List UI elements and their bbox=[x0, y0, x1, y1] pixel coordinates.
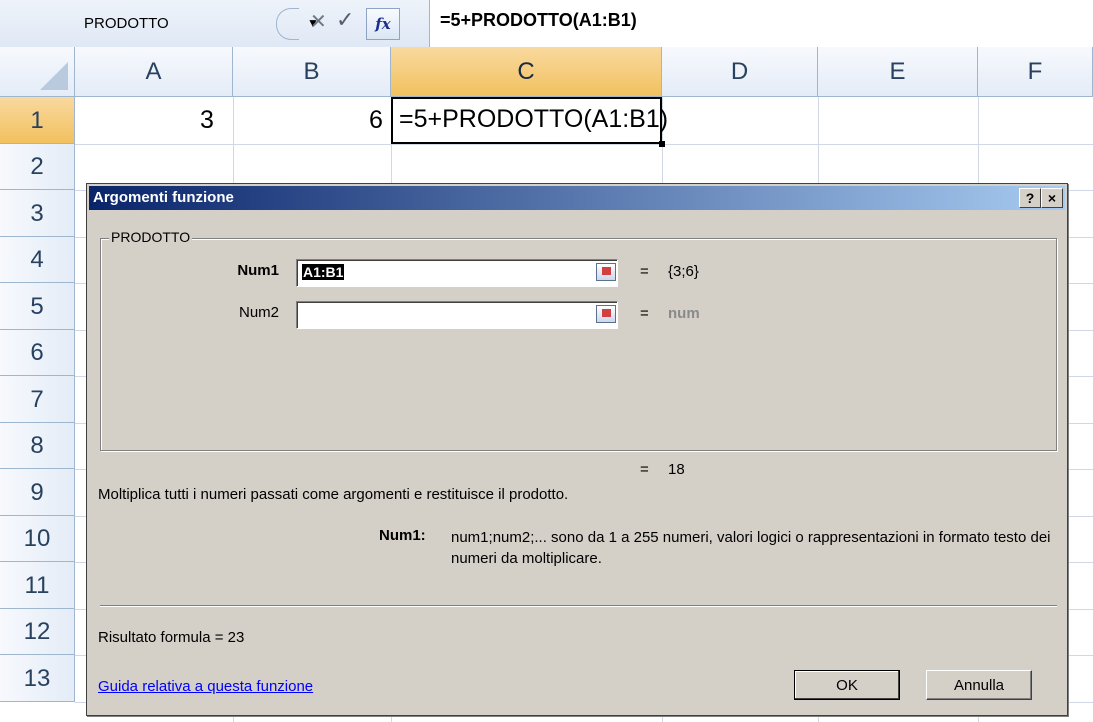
num2-equals: = bbox=[640, 305, 649, 322]
argument-help-text: num1;num2;... sono da 1 a 255 numeri, va… bbox=[451, 529, 1051, 567]
row-header-8[interactable]: 8 bbox=[0, 423, 75, 469]
row-header-1[interactable]: 1 bbox=[0, 97, 75, 144]
num1-result: {3;6} bbox=[668, 263, 699, 280]
close-button[interactable]: × bbox=[1041, 188, 1063, 208]
num1-value: A1:B1 bbox=[302, 264, 345, 281]
cell-c1[interactable]: =5+PRODOTTO(A1:B1) bbox=[391, 97, 668, 144]
num2-input[interactable] bbox=[296, 301, 618, 329]
row-header-3[interactable]: 3 bbox=[0, 190, 75, 237]
row-header-11[interactable]: 11 bbox=[0, 562, 75, 609]
gridline bbox=[75, 144, 1093, 145]
column-header-d[interactable]: D bbox=[662, 47, 818, 97]
total-result: 18 bbox=[668, 461, 685, 478]
num1-equals: = bbox=[640, 263, 649, 280]
row-header-6[interactable]: 6 bbox=[0, 330, 75, 376]
column-header-b[interactable]: B bbox=[233, 47, 391, 97]
help-link[interactable]: Guida relativa a questa funzione bbox=[98, 678, 313, 695]
row-header-12[interactable]: 12 bbox=[0, 609, 75, 655]
num2-label: Num2 bbox=[238, 304, 279, 321]
fill-handle[interactable] bbox=[659, 141, 665, 147]
name-box-text: PRODOTTO bbox=[84, 15, 169, 32]
select-all-button[interactable] bbox=[0, 47, 75, 97]
formula-result: Risultato formula = 23 bbox=[98, 629, 245, 646]
row-header-5[interactable]: 5 bbox=[0, 283, 75, 330]
formula-bar-curl bbox=[276, 8, 299, 40]
row-header-9[interactable]: 9 bbox=[0, 469, 75, 516]
help-button[interactable]: ? bbox=[1019, 188, 1041, 208]
column-header-c[interactable]: C bbox=[391, 47, 662, 97]
num1-input[interactable]: A1:B1 bbox=[296, 259, 618, 287]
num1-selected-text: A1:B1 bbox=[302, 264, 345, 280]
range-select-icon[interactable] bbox=[596, 305, 616, 323]
row-header-4[interactable]: 4 bbox=[0, 237, 75, 283]
function-name-label: PRODOTTO bbox=[109, 229, 193, 245]
num2-result: num bbox=[668, 305, 700, 322]
check-icon[interactable]: ✓ bbox=[336, 8, 354, 33]
function-icon[interactable]: fx bbox=[366, 8, 400, 40]
divider bbox=[100, 605, 1057, 607]
formula-bar: PRODOTTO ▼ ✕ ✓ fx =5+PRODOTTO(A1:B1) bbox=[0, 0, 1093, 48]
formula-text: =5+PRODOTTO(A1:B1) bbox=[440, 10, 637, 30]
num1-label: Num1 bbox=[237, 262, 279, 279]
function-arguments-dialog: Argomenti funzione ? × PRODOTTO Num1 A1:… bbox=[86, 183, 1068, 716]
cell-b1[interactable]: 6 bbox=[369, 106, 383, 135]
ok-button[interactable]: OK bbox=[794, 670, 900, 700]
row-header-13[interactable]: 13 bbox=[0, 655, 75, 702]
total-equals: = bbox=[640, 461, 649, 478]
row-header-10[interactable]: 10 bbox=[0, 516, 75, 562]
dialog-title-bar[interactable]: Argomenti funzione ? × bbox=[89, 186, 1065, 210]
cancel-icon[interactable]: ✕ bbox=[310, 9, 327, 33]
row-header-2[interactable]: 2 bbox=[0, 144, 75, 190]
select-all-triangle-icon bbox=[40, 62, 68, 90]
argument-help-label: Num1: bbox=[379, 527, 426, 544]
name-box[interactable]: PRODOTTO ▼ bbox=[78, 6, 319, 41]
row-header-7[interactable]: 7 bbox=[0, 376, 75, 423]
cell-a1[interactable]: 3 bbox=[200, 106, 214, 135]
column-header-e[interactable]: E bbox=[818, 47, 978, 97]
cancel-button[interactable]: Annulla bbox=[926, 670, 1032, 700]
formula-input[interactable]: =5+PRODOTTO(A1:B1) bbox=[429, 0, 1093, 47]
formula-controls: ✕ ✓ fx bbox=[276, 8, 418, 40]
function-description: Moltiplica tutti i numeri passati come a… bbox=[98, 486, 569, 503]
range-select-icon[interactable] bbox=[596, 263, 616, 281]
column-header-f[interactable]: F bbox=[978, 47, 1093, 97]
column-header-a[interactable]: A bbox=[75, 47, 233, 97]
dialog-title: Argomenti funzione bbox=[93, 189, 234, 206]
cell-c1-text: =5+PRODOTTO(A1:B1) bbox=[399, 105, 669, 133]
